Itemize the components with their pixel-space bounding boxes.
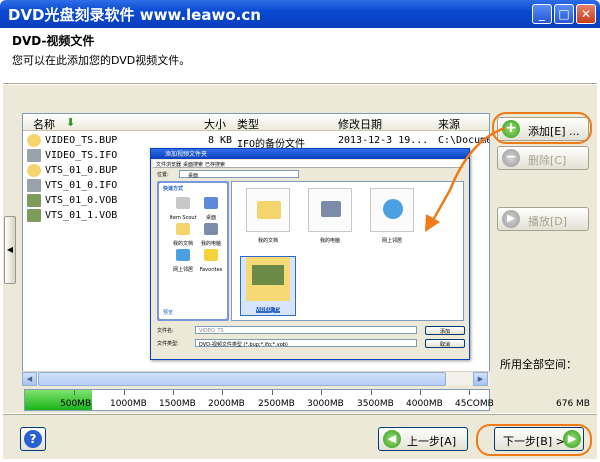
help-icon: ?: [24, 430, 42, 448]
annotation-arrow: [425, 126, 506, 232]
add-button-highlight: [492, 112, 592, 144]
help-button[interactable]: ?: [20, 427, 46, 451]
back-button-label: 上一步[A]: [407, 435, 457, 448]
next-button-highlight: [476, 424, 592, 456]
back-button[interactable]: ◀ 上一步[A]: [378, 427, 468, 451]
arrow-left-icon: ◀: [383, 430, 401, 448]
